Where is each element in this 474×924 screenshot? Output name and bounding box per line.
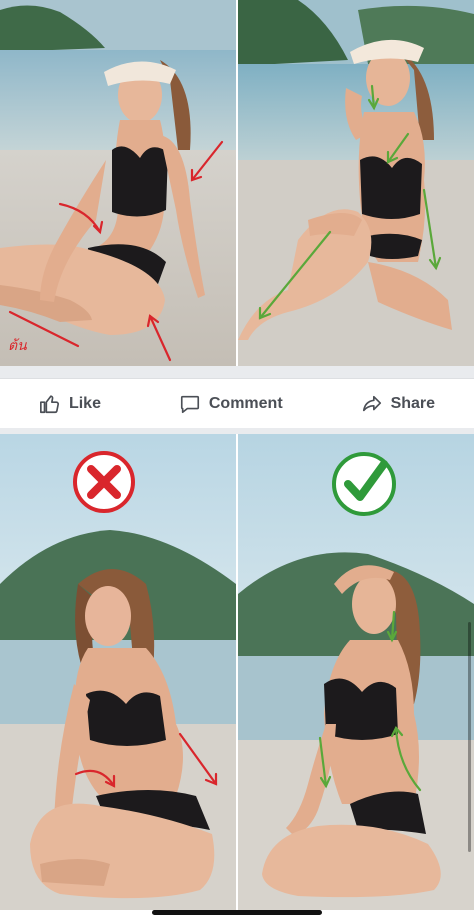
red-x-mark-icon <box>73 451 135 513</box>
share-arrow-icon <box>362 395 381 412</box>
comment-button[interactable]: Comment <box>179 393 283 415</box>
like-label: Like <box>68 395 101 412</box>
scrollbar[interactable] <box>468 622 471 852</box>
photo-top-left[interactable]: ต้น <box>0 0 236 366</box>
post-action-bar: Like Comment Share <box>0 378 474 430</box>
photo-bottom-left[interactable] <box>0 434 236 910</box>
photo-bottom-left-art <box>0 434 236 910</box>
share-label: Share <box>390 395 436 412</box>
photo-bottom-right-art <box>238 434 474 910</box>
like-button[interactable]: Like <box>39 393 101 415</box>
photo-bottom-right[interactable] <box>238 434 474 910</box>
photo-top-left-art: ต้น <box>0 0 236 366</box>
thumbs-up-icon <box>39 395 59 414</box>
share-button[interactable]: Share <box>361 393 435 415</box>
divider-top <box>0 366 474 378</box>
photo-top-right[interactable] <box>238 0 474 366</box>
comment-label: Comment <box>208 395 283 412</box>
comment-bubble-icon <box>180 395 199 414</box>
green-check-mark-icon <box>332 452 396 516</box>
watermark-text: ต้น <box>8 338 27 354</box>
home-indicator[interactable] <box>152 910 322 915</box>
photo-top-right-art <box>238 0 474 366</box>
